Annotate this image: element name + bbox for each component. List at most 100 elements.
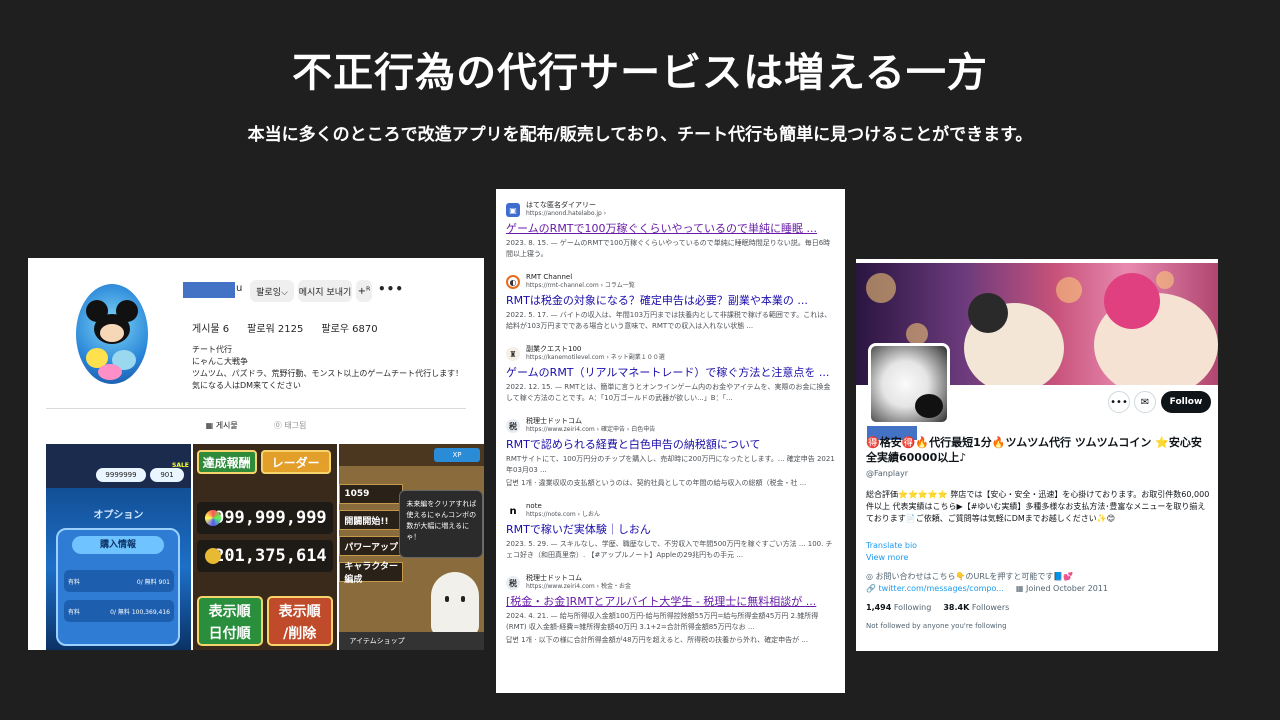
- result-site-name: はてな匿名ダイアリー: [526, 201, 596, 209]
- result-snippet: 2022. 5. 17. — バイトの収入は、年間103万円までは扶養内として非…: [506, 311, 832, 330]
- site-favicon-icon: 税: [506, 576, 520, 590]
- result-title-link[interactable]: RMTで認められる経費と白色申告の納税額について: [506, 437, 835, 452]
- divider: [46, 408, 466, 409]
- send-message-button[interactable]: 메시지 보내기: [298, 280, 352, 302]
- add-user-icon[interactable]: +ᴿ: [356, 280, 372, 302]
- result-site-name: 副業クエスト100: [526, 345, 582, 353]
- result-snippet: 2024. 4. 21. — 給与所得収入金額100万円-給与所得控除額55万円…: [506, 612, 819, 631]
- purchase-row: 有料 0/ 無料 901: [64, 570, 174, 592]
- search-results-screenshot: ▣ はてな匿名ダイアリー https://anond.hatelabo.jp ›…: [496, 189, 845, 693]
- result-site-name: note: [526, 502, 542, 510]
- profile-tabs: ▦ 게시물 ⓪ 태그됨: [28, 420, 484, 431]
- achievement-badge: 達成報酬: [196, 450, 257, 474]
- search-result: 税 税理士ドットコム https://www.zeiri4.com › 税金・お…: [506, 574, 835, 646]
- sort-by-date-button: 表示順 日付順: [196, 596, 263, 646]
- result-url[interactable]: https://note.com › しおん: [526, 511, 600, 519]
- game-popup-message: 未来編をクリアすれば使えるにゃんコンボの数が大幅に増えるにゃ！: [399, 490, 484, 558]
- result-title-link[interactable]: ゲームのRMT（リアルマネートレード）で稼ぐ方法と注意点を ...: [506, 365, 835, 380]
- purchase-info-card: 購入情報 有料 0/ 無料 901 有料 0/ 無料 100,369,416: [56, 528, 180, 646]
- search-result: 税 税理士ドットコム https://www.zeiri4.com › 確定申告…: [506, 417, 835, 489]
- search-result: ▣ はてな匿名ダイアリー https://anond.hatelabo.jp ›…: [506, 201, 835, 260]
- post-tile-nyanko[interactable]: XP 1059 開闢開始!! パワーアップ キャラクター編成 未来編をクリアすれ…: [339, 444, 484, 650]
- twitter-profile-screenshot: ••• ✉ Follow 🉐格安🉐🔥代行最短1分🔥ツムツム代行 ツムツムコイン …: [856, 259, 1218, 651]
- profile-bio: チート代行 にゃんこ大戦争 ツムツム、パズドラ、荒野行動、モンスト以上のゲームチ…: [192, 344, 472, 392]
- post-tile-tsumtsum[interactable]: 9999999 901 SALE オプション 購入情報 有料 0/ 無料 901…: [46, 444, 191, 650]
- post-grid: 9999999 901 SALE オプション 購入情報 有料 0/ 無料 901…: [46, 444, 484, 650]
- site-favicon-icon: n: [506, 504, 520, 518]
- result-title-link[interactable]: RMTで稼いだ実体験｜しおん: [506, 522, 835, 537]
- result-site-name: 税理士ドットコム: [526, 574, 582, 582]
- follow-counts: 1,494 Following 38.4K Followers: [866, 603, 1009, 612]
- bio-line: 気になる人はDM来てください: [192, 381, 301, 390]
- slide-subtitle: 本当に多くのところで改造アプリを配布/販売しており、チート代行も簡単に見つけるこ…: [247, 125, 1033, 145]
- profile-stats: 게시물 6 팔로워 2125 팔로우 6870: [192, 320, 378, 335]
- profile-avatar[interactable]: [868, 343, 950, 425]
- site-favicon-icon: ▣: [506, 203, 520, 217]
- tsum-character: [1094, 273, 1218, 385]
- follow-button[interactable]: Follow: [1161, 391, 1211, 413]
- result-url[interactable]: https://kanemotilevel.com › ネット副業１００選: [526, 354, 665, 362]
- purchase-info-title: 購入情報: [72, 536, 164, 554]
- gem-icon: [204, 510, 221, 526]
- search-result: ♜ 副業クエスト100 https://kanemotilevel.com › …: [506, 345, 835, 404]
- profile-bio: 総合評価⭐⭐⭐⭐⭐ 弊店では【安心・安全・迅速】を心掛けております。お取引件数6…: [866, 490, 1210, 523]
- joined-date: Joined October 2011: [1025, 584, 1108, 593]
- result-url[interactable]: https://www.zeiri4.com › 確定申告 › 白色申告: [526, 426, 655, 434]
- level-counter: 901: [150, 468, 184, 482]
- followers-count[interactable]: 팔로워 2125: [247, 320, 303, 335]
- result-title-link[interactable]: ゲームのRMTで100万稼ぐくらいやっているので単純に睡眠 ...: [506, 221, 835, 236]
- slide-title: 不正行為の代行サービスは増える一方: [292, 50, 988, 96]
- translate-bio-link[interactable]: Translate bio: [866, 541, 917, 550]
- sale-badge: SALE: [172, 462, 189, 469]
- more-options-icon[interactable]: •••: [378, 282, 404, 296]
- result-title-link[interactable]: RMTは税金の対象になる？確定申告は必要？副業や本業の ...: [506, 293, 835, 308]
- tab-tagged[interactable]: ⓪ 태그됨: [274, 420, 307, 431]
- display-name: 🉐格安🉐🔥代行最短1分🔥ツムツム代行 ツムツムコイン ⭐安心安全実績60000以…: [866, 436, 1202, 464]
- result-snippet: 2023. 8. 15. — ゲームのRMTで100万稼ぐくらいやっているので単…: [506, 239, 831, 258]
- search-result: ◐ RMT Channel https://rmt-channel.com › …: [506, 273, 835, 332]
- result-snippet: 2023. 5. 29. — スキルなし、学歴、職歴なしで、不労収入で年間500…: [506, 540, 833, 559]
- following-button[interactable]: 팔로잉⌵: [250, 280, 294, 302]
- bio-line: ツムツム、パズドラ、荒野行動、モンスト以上のゲームチート代行します！: [192, 369, 464, 378]
- following-count[interactable]: 팔로우 6870: [321, 320, 377, 335]
- game-menu-item: 開闢開始!!: [339, 510, 404, 530]
- result-title-link[interactable]: [税金・お金]RMTとアルバイト大学生 - 税理士に無料相談が ...: [506, 594, 835, 609]
- result-snippet: 2022. 12. 15. — RMTとは、簡単に言うとオンラインゲーム内のお金…: [506, 383, 831, 402]
- bio-line: チート代行: [192, 345, 232, 354]
- game-menu-item: キャラクター編成: [339, 562, 404, 585]
- contact-note: ◎ お問い合わせはこちら👇のURLを押すと可能です📘💕: [866, 572, 1074, 581]
- result-url[interactable]: https://www.zeiri4.com › 税金・お金: [526, 583, 631, 591]
- coin-icon: [204, 548, 221, 564]
- following-stat[interactable]: 1,494 Following: [866, 603, 931, 612]
- calendar-icon: ▦: [1015, 584, 1026, 593]
- radar-badge: レーダー: [260, 450, 331, 474]
- purchase-row: 有料 0/ 無料 100,369,416: [64, 600, 174, 622]
- result-site-name: 税理士ドットコム: [526, 417, 582, 425]
- options-heading: オプション: [93, 510, 144, 521]
- site-favicon-icon: ♜: [506, 347, 520, 361]
- site-favicon-icon: ◐: [506, 275, 520, 289]
- cat-character: [431, 572, 480, 636]
- result-answer-snippet: 답변 1개 · 違業収収の支払額というのは、契約社員としての年間の給与収入の総額…: [506, 479, 807, 487]
- item-shop-label: アイテムショップ: [339, 632, 484, 650]
- location-icon: ◎: [866, 572, 876, 581]
- not-followed-note: Not followed by anyone you're following: [866, 622, 1007, 630]
- tab-posts[interactable]: ▦ 게시물: [206, 420, 238, 431]
- link-icon: 🔗: [866, 584, 879, 593]
- message-icon[interactable]: ✉: [1134, 391, 1156, 413]
- result-url[interactable]: https://rmt-channel.com › コラム一覧: [526, 282, 635, 290]
- result-url[interactable]: https://anond.hatelabo.jp ›: [526, 210, 606, 218]
- profile-avatar[interactable]: [76, 284, 148, 384]
- user-handle: @Fanplayr: [866, 469, 909, 478]
- view-more-link[interactable]: View more: [866, 553, 908, 562]
- result-answer-snippet: 답변 1개 · 以下の様に合計所得金額が48万円を超えると、所得税の扶養から外れ…: [506, 636, 809, 644]
- post-tile-monster-strike[interactable]: 達成報酬 レーダー 999,999,999 201,375,614 表示順 日付…: [192, 444, 338, 650]
- game-menu-item: 1059: [339, 484, 404, 504]
- game-menu-item: パワーアップ: [339, 536, 404, 556]
- profile-link[interactable]: twitter.com/messages/compo...: [879, 584, 1004, 593]
- followers-stat[interactable]: 38.4K Followers: [943, 603, 1009, 612]
- result-site-name: RMT Channel: [526, 273, 573, 281]
- search-result: n note https://note.com › しおん RMTで稼いだ実体験…: [506, 502, 835, 561]
- more-options-icon[interactable]: •••: [1108, 391, 1130, 413]
- username-tail: u: [236, 283, 243, 294]
